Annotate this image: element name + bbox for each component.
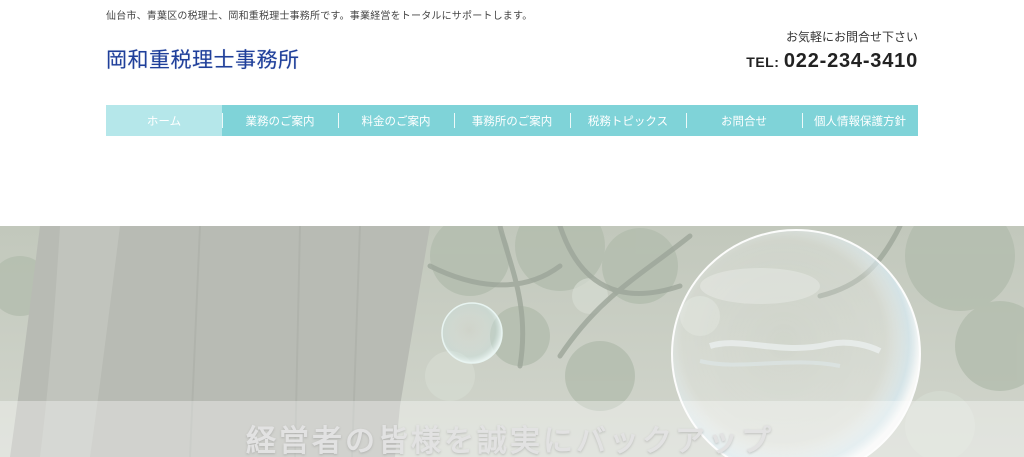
nav-item-services[interactable]: 業務のご案内: [222, 105, 338, 136]
nav-item-label: ホーム: [146, 113, 182, 128]
site-tagline: 仙台市、青葉区の税理士、岡和重税理士事務所です。事業経営をトータルにサポートしま…: [106, 11, 533, 22]
tel-prefix: TEL:: [746, 54, 780, 70]
nav-item-privacy[interactable]: 個人情報保護方針: [802, 105, 918, 136]
hero-caption: 経営者の皆様を誠実にバックアップ: [0, 416, 1024, 457]
nav-item-label: 料金のご案内: [361, 113, 431, 128]
site-logo[interactable]: 岡和重税理士事務所: [106, 44, 300, 74]
hero-banner: 経営者の皆様を誠実にバックアップ: [0, 226, 1024, 457]
nav-item-label: 事務所のご案内: [471, 113, 553, 128]
contact-tel: TEL: 022-234-3410: [746, 50, 918, 73]
contact-block: お気軽にお問合せ下さい TEL: 022-234-3410: [746, 28, 918, 73]
contact-note: お気軽にお問合せ下さい: [785, 30, 918, 44]
main-nav: ホーム 業務のご案内 料金のご案内 事務所のご案内 税務トピックス お問合せ 個…: [106, 105, 918, 136]
nav-item-fees[interactable]: 料金のご案内: [338, 105, 454, 136]
nav-item-label: 業務のご案内: [245, 113, 315, 128]
nav-item-office[interactable]: 事務所のご案内: [454, 105, 570, 136]
hero-caption-text: 経営者の皆様を誠実にバックアップ: [246, 424, 774, 457]
nav-item-contact[interactable]: お問合せ: [686, 105, 802, 136]
nav-item-label: 個人情報保護方針: [814, 113, 906, 128]
nav-item-label: 税務トピックス: [587, 113, 669, 128]
tel-number[interactable]: 022-234-3410: [784, 50, 918, 72]
nav-item-tax-topics[interactable]: 税務トピックス: [570, 105, 686, 136]
nav-item-label: お問合せ: [721, 113, 767, 128]
nav-item-home[interactable]: ホーム: [106, 105, 222, 136]
